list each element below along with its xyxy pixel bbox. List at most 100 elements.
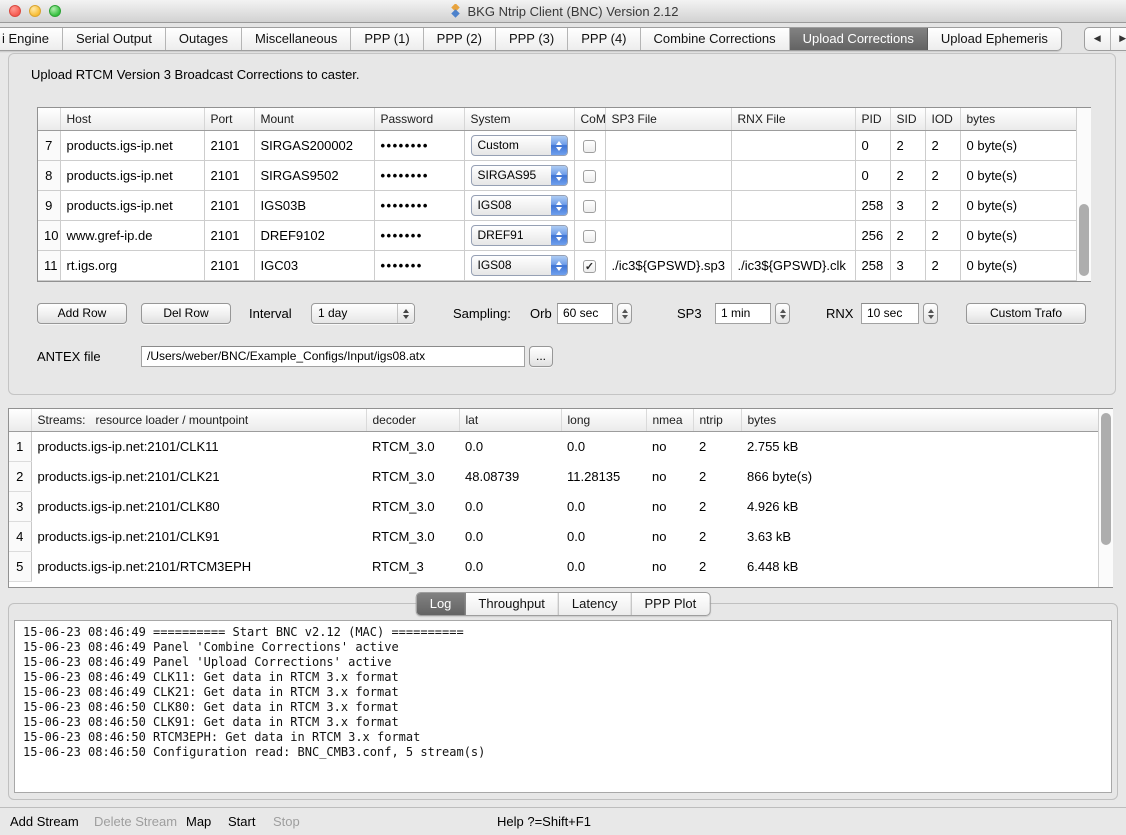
streams-col-long[interactable]: long	[561, 409, 646, 432]
log-tab-ppp-plot[interactable]: PPP Plot	[631, 593, 709, 615]
rnx-file-cell[interactable]	[731, 221, 855, 251]
port-cell[interactable]: 2101	[204, 161, 254, 191]
mount-cell[interactable]: SIRGAS9502	[254, 161, 374, 191]
upload-col-mount[interactable]: Mount	[254, 108, 374, 131]
password-cell[interactable]: ••••••••	[374, 131, 464, 161]
rnx-file-cell[interactable]	[731, 161, 855, 191]
system-select[interactable]: Custom	[471, 135, 568, 156]
del-row-button[interactable]: Del Row	[141, 303, 231, 324]
stop-button[interactable]: Stop	[273, 814, 300, 829]
tab-ppp-3[interactable]: PPP (3)	[496, 28, 568, 50]
sp3-file-cell[interactable]	[605, 221, 731, 251]
port-cell[interactable]: 2101	[204, 251, 254, 281]
stream-row-3[interactable]: 3products.igs-ip.net:2101/CLK80RTCM_3.00…	[9, 492, 1098, 522]
tab-scroll-left-button[interactable]: ◀	[1085, 28, 1111, 50]
log-tab-latency[interactable]: Latency	[559, 593, 632, 615]
rnx-file-cell[interactable]	[731, 131, 855, 161]
system-select[interactable]: IGS08	[471, 255, 568, 276]
delete-stream-button[interactable]: Delete Stream	[94, 814, 177, 829]
tab-ppp-2[interactable]: PPP (2)	[424, 28, 496, 50]
stream-row-2[interactable]: 2products.igs-ip.net:2101/CLK21RTCM_3.04…	[9, 462, 1098, 492]
tab-ppp-1[interactable]: PPP (1)	[351, 28, 423, 50]
iod-cell[interactable]: 2	[925, 221, 960, 251]
antex-file-input[interactable]: /Users/weber/BNC/Example_Configs/Input/i…	[141, 346, 525, 367]
upload-col-iod[interactable]: IOD	[925, 108, 960, 131]
mount-cell[interactable]: IGS03B	[254, 191, 374, 221]
help-button[interactable]: Help ?=Shift+F1	[497, 814, 591, 829]
pid-cell[interactable]: 256	[855, 221, 890, 251]
sid-cell[interactable]: 2	[890, 161, 925, 191]
rnx-stepper[interactable]	[923, 303, 938, 324]
com-checkbox[interactable]	[583, 140, 596, 153]
system-select[interactable]: DREF91	[471, 225, 568, 246]
tab-scroll-right-button[interactable]: ▶	[1111, 28, 1126, 50]
upload-col-sid[interactable]: SID	[890, 108, 925, 131]
host-cell[interactable]: products.igs-ip.net	[60, 131, 204, 161]
port-cell[interactable]: 2101	[204, 191, 254, 221]
tab-serial-output[interactable]: Serial Output	[63, 28, 166, 50]
streams-table-scrollbar[interactable]	[1098, 409, 1113, 587]
upload-scrollbar-thumb[interactable]	[1079, 204, 1089, 276]
sid-cell[interactable]: 3	[890, 191, 925, 221]
password-cell[interactable]: •••••••	[374, 221, 464, 251]
sid-cell[interactable]: 2	[890, 131, 925, 161]
tab-upload-ephemeris[interactable]: Upload Ephemeris	[928, 28, 1061, 50]
pid-cell[interactable]: 0	[855, 161, 890, 191]
password-cell[interactable]: ••••••••	[374, 161, 464, 191]
sp3-file-cell[interactable]	[605, 161, 731, 191]
sp3-stepper[interactable]	[775, 303, 790, 324]
tab-combine-corrections[interactable]: Combine Corrections	[641, 28, 790, 50]
com-checkbox[interactable]: ✓	[583, 260, 596, 273]
upload-col-rnx-file[interactable]: RNX File	[731, 108, 855, 131]
mount-cell[interactable]: DREF9102	[254, 221, 374, 251]
iod-cell[interactable]: 2	[925, 191, 960, 221]
add-row-button[interactable]: Add Row	[37, 303, 127, 324]
streams-scrollbar-thumb[interactable]	[1101, 413, 1111, 545]
tab-outages[interactable]: Outages	[166, 28, 242, 50]
start-button[interactable]: Start	[228, 814, 255, 829]
log-tab-throughput[interactable]: Throughput	[465, 593, 559, 615]
system-select[interactable]: IGS08	[471, 195, 568, 216]
host-cell[interactable]: www.gref-ip.de	[60, 221, 204, 251]
password-cell[interactable]: •••••••	[374, 251, 464, 281]
pid-cell[interactable]: 258	[855, 191, 890, 221]
upload-col-com[interactable]: CoM	[574, 108, 605, 131]
stream-row-4[interactable]: 4products.igs-ip.net:2101/CLK91RTCM_3.00…	[9, 522, 1098, 552]
iod-cell[interactable]: 2	[925, 251, 960, 281]
pid-cell[interactable]: 0	[855, 131, 890, 161]
tab-upload-corrections[interactable]: Upload Corrections	[790, 28, 928, 50]
streams-col-lat[interactable]: lat	[459, 409, 561, 432]
host-cell[interactable]: rt.igs.org	[60, 251, 204, 281]
streams-col-nmea[interactable]: nmea	[646, 409, 693, 432]
orb-stepper[interactable]	[617, 303, 632, 324]
sp3-file-cell[interactable]	[605, 191, 731, 221]
iod-cell[interactable]: 2	[925, 131, 960, 161]
mount-cell[interactable]: IGC03	[254, 251, 374, 281]
add-stream-button[interactable]: Add Stream	[10, 814, 79, 829]
orb-sampling-input[interactable]: 60 sec	[557, 303, 613, 324]
antex-browse-button[interactable]: ...	[529, 346, 553, 367]
upload-col-port[interactable]: Port	[204, 108, 254, 131]
host-cell[interactable]: products.igs-ip.net	[60, 191, 204, 221]
sp3-sampling-input[interactable]: 1 min	[715, 303, 771, 324]
upload-col-system[interactable]: System	[464, 108, 574, 131]
interval-select[interactable]: 1 day	[311, 303, 415, 324]
custom-trafo-button[interactable]: Custom Trafo	[966, 303, 1086, 324]
rnx-sampling-input[interactable]: 10 sec	[861, 303, 919, 324]
port-cell[interactable]: 2101	[204, 221, 254, 251]
sid-cell[interactable]: 3	[890, 251, 925, 281]
upload-table-scrollbar[interactable]	[1076, 108, 1091, 281]
rnx-file-cell[interactable]	[731, 191, 855, 221]
mount-cell[interactable]: SIRGAS200002	[254, 131, 374, 161]
sid-cell[interactable]: 2	[890, 221, 925, 251]
password-cell[interactable]: ••••••••	[374, 191, 464, 221]
tab-miscellaneous[interactable]: Miscellaneous	[242, 28, 351, 50]
system-select[interactable]: SIRGAS95	[471, 165, 568, 186]
iod-cell[interactable]: 2	[925, 161, 960, 191]
pid-cell[interactable]: 258	[855, 251, 890, 281]
map-button[interactable]: Map	[186, 814, 211, 829]
sp3-file-cell[interactable]: ./ic3${GPSWD}.sp3	[605, 251, 731, 281]
stream-row-5[interactable]: 5products.igs-ip.net:2101/RTCM3EPHRTCM_3…	[9, 552, 1098, 582]
com-checkbox[interactable]	[583, 200, 596, 213]
upload-col-host[interactable]: Host	[60, 108, 204, 131]
